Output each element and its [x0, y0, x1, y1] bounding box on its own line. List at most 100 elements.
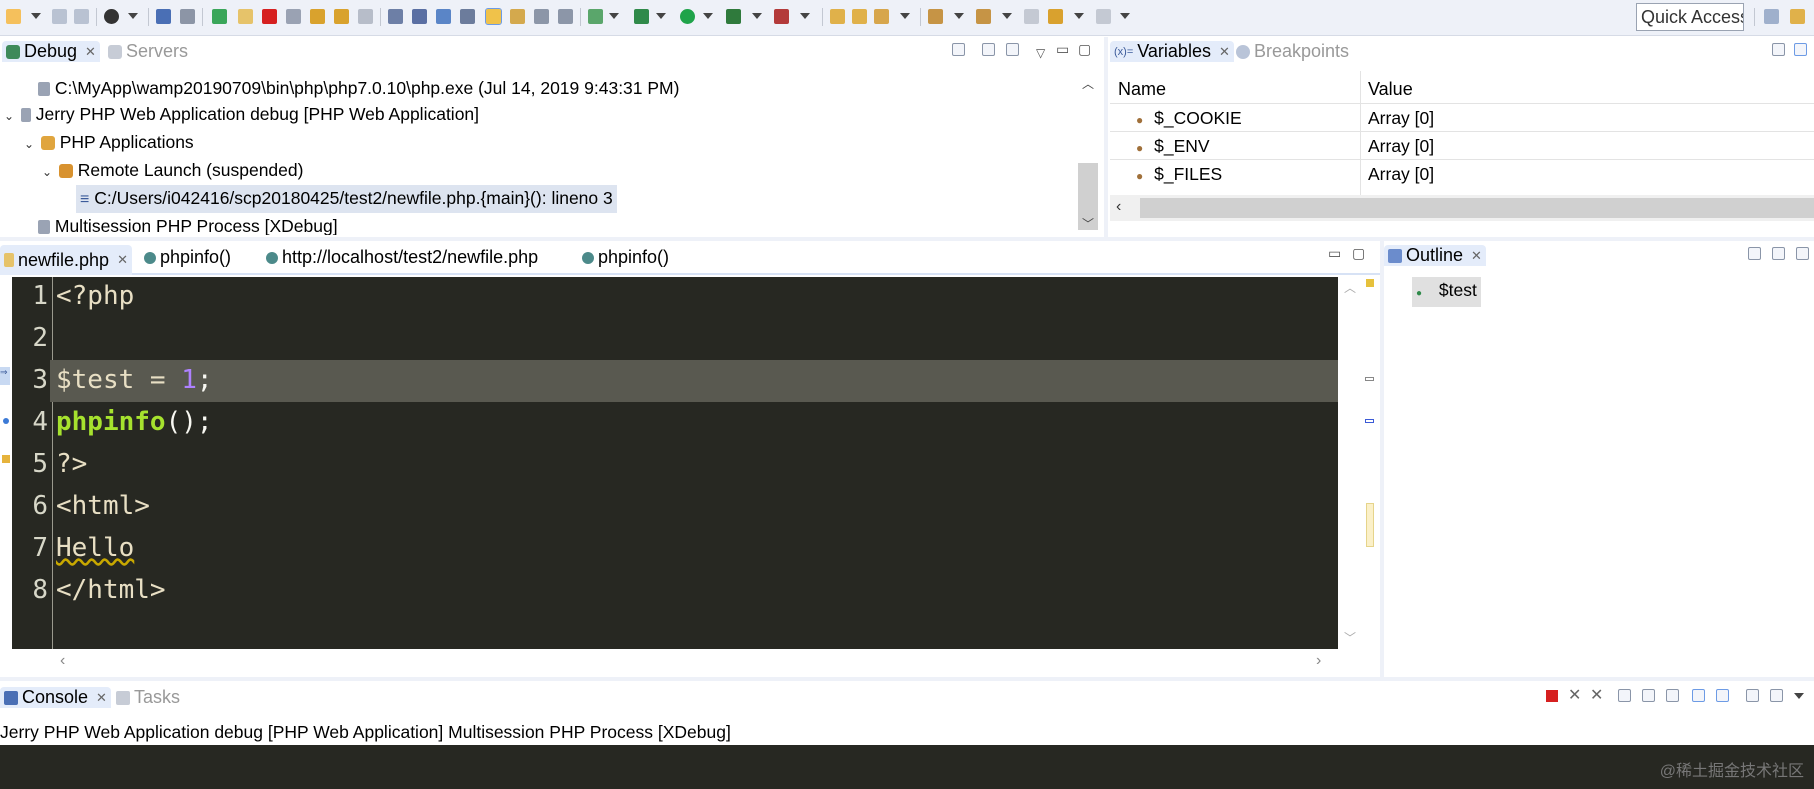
tree-item-multisession[interactable]: Multisession PHP Process [XDebug]	[38, 213, 338, 235]
tree-item-launch[interactable]: ⌄ Jerry PHP Web Application debug [PHP W…	[4, 101, 479, 129]
debug-run-dropdown-icon[interactable]	[609, 13, 619, 19]
link-with-editor-icon[interactable]	[1796, 247, 1809, 260]
chevron-up-icon[interactable]: ︿	[1344, 279, 1356, 296]
debug-target-dropdown-icon[interactable]	[128, 13, 138, 19]
save-all-icon[interactable]	[74, 9, 89, 24]
collapse-all-icon[interactable]	[1772, 247, 1785, 260]
close-icon[interactable]: ✕	[1219, 44, 1230, 60]
previous-annotation-dropdown-icon[interactable]	[1002, 13, 1012, 19]
new-icon[interactable]	[6, 9, 21, 24]
run-dropdown-icon[interactable]	[703, 13, 713, 19]
tree-item-stack-frame[interactable]: ≡ C:/Users/i042416/scp20180425/test2/new…	[76, 185, 617, 213]
scrollbar-thumb[interactable]	[1140, 198, 1814, 218]
display-console-icon[interactable]	[1770, 689, 1783, 702]
chevron-down-icon[interactable]: ﹀	[1082, 215, 1094, 232]
wand-dropdown-icon[interactable]	[900, 13, 910, 19]
scroll-lock-icon[interactable]	[1642, 689, 1655, 702]
close-icon[interactable]: ✕	[1471, 248, 1482, 264]
forward-dropdown-icon[interactable]	[1120, 13, 1130, 19]
back-icon[interactable]	[1048, 9, 1063, 24]
close-icon[interactable]: ✕	[117, 252, 128, 268]
external-tools-dropdown-icon[interactable]	[800, 13, 810, 19]
tab-phpinfo-2[interactable]: phpinfo()	[578, 247, 673, 268]
use-step-filters-icon[interactable]	[388, 9, 403, 24]
step-over-icon[interactable]	[334, 9, 349, 24]
resume-icon[interactable]	[212, 9, 227, 24]
last-edit-icon[interactable]	[1024, 9, 1039, 24]
mark-occurrences-icon[interactable]	[485, 8, 502, 25]
back-dropdown-icon[interactable]	[1074, 13, 1084, 19]
php-perspective-icon[interactable]	[1790, 9, 1805, 24]
maximize-icon[interactable]: ▢	[1352, 245, 1365, 262]
column-header-value[interactable]: Value	[1368, 79, 1413, 100]
editor-horizontal-scrollbar[interactable]: ‹ ›	[54, 652, 1338, 672]
remove-launches-icon[interactable]	[952, 43, 965, 56]
save-icon[interactable]	[52, 9, 67, 24]
minimize-icon[interactable]: ▭	[1056, 41, 1069, 58]
block-select-icon[interactable]	[534, 9, 549, 24]
open-project-icon[interactable]	[852, 9, 867, 24]
sort-icon[interactable]	[1748, 247, 1761, 260]
tab-variables[interactable]: (x)= Variables ✕	[1110, 41, 1234, 62]
minimize-icon[interactable]: ▭	[1328, 245, 1341, 262]
step-into-icon[interactable]	[310, 9, 325, 24]
clear-console-icon[interactable]	[1618, 689, 1631, 702]
tab-debug[interactable]: Debug ✕	[2, 41, 100, 62]
view-options-icon[interactable]	[1006, 43, 1019, 56]
new-dropdown-icon[interactable]	[31, 13, 41, 19]
chevron-left-icon[interactable]: ‹	[60, 652, 65, 670]
remove-all-icon[interactable]: ✕	[1590, 685, 1603, 705]
editor-vertical-scrollbar[interactable]: ︿ ﹀	[1338, 277, 1362, 649]
debug-target-icon[interactable]	[104, 9, 119, 24]
chevron-left-icon[interactable]: ‹	[1116, 198, 1121, 216]
suspend-icon[interactable]	[238, 9, 253, 24]
word-wrap-icon[interactable]	[1666, 689, 1679, 702]
terminal-icon[interactable]	[156, 9, 171, 24]
tab-phpinfo-1[interactable]: phpinfo()	[140, 247, 235, 268]
run-icon[interactable]	[680, 9, 695, 24]
column-header-name[interactable]: Name	[1118, 79, 1166, 100]
code-editor[interactable]	[12, 277, 1338, 649]
next-annotation-dropdown-icon[interactable]	[954, 13, 964, 19]
tab-localhost[interactable]: http://localhost/test2/newfile.php	[262, 247, 542, 268]
tab-newfile-php[interactable]: newfile.php ✕	[0, 245, 132, 275]
tab-tasks[interactable]: Tasks	[112, 687, 184, 708]
tree-item-php-exe[interactable]: C:\MyApp\wamp20190709\bin\php\php7.0.10\…	[38, 75, 679, 101]
terminate-icon[interactable]	[262, 9, 277, 24]
disconnect-icon[interactable]	[286, 9, 301, 24]
debug-vertical-scrollbar[interactable]: ︿ ﹀	[1076, 75, 1100, 235]
chevron-up-icon[interactable]: ︿	[1082, 75, 1094, 92]
wand-icon[interactable]	[874, 9, 889, 24]
open-folder-icon[interactable]	[830, 9, 845, 24]
show-logical-structure-icon[interactable]	[1794, 43, 1807, 56]
tab-servers[interactable]: Servers	[104, 41, 192, 62]
annotation-ruler[interactable]: ⇒	[0, 277, 12, 649]
chevron-down-icon[interactable]: ﹀	[1344, 629, 1356, 646]
outline-item[interactable]: ● $test	[1412, 277, 1481, 307]
remove-launch-icon[interactable]: ✕	[1568, 685, 1581, 705]
debug-run-icon[interactable]	[588, 9, 603, 24]
chevron-down-icon[interactable]: ⌄	[42, 159, 54, 185]
tab-outline[interactable]: Outline ✕	[1384, 245, 1486, 266]
coverage-dropdown-icon[interactable]	[752, 13, 762, 19]
variable-row[interactable]: ● $_FILES	[1136, 161, 1222, 189]
show-whitespace-icon[interactable]	[558, 9, 573, 24]
open-type-icon[interactable]	[412, 9, 427, 24]
debug-icon[interactable]	[634, 9, 649, 24]
open-perspective-icon[interactable]	[460, 9, 475, 24]
variables-horizontal-scrollbar[interactable]: ‹	[1110, 195, 1814, 221]
annotation-icon[interactable]	[510, 9, 525, 24]
chevron-right-icon[interactable]: ›	[1316, 652, 1321, 670]
open-task-icon[interactable]	[436, 9, 451, 24]
chevron-down-icon[interactable]: ⌄	[24, 131, 36, 157]
tab-console[interactable]: Console ✕	[0, 687, 111, 708]
quick-access-input[interactable]: Quick Access	[1636, 3, 1744, 31]
pin-console-icon[interactable]	[1746, 689, 1759, 702]
close-icon[interactable]: ✕	[96, 690, 107, 706]
chevron-down-icon[interactable]: ⌄	[4, 103, 16, 129]
tab-breakpoints[interactable]: Breakpoints	[1232, 41, 1353, 62]
breakpoint-icon[interactable]	[3, 418, 9, 424]
variable-row[interactable]: ● $_COOKIE	[1136, 105, 1242, 133]
debug-dropdown-icon[interactable]	[656, 13, 666, 19]
console-output[interactable]: @稀土掘金技术社区	[0, 745, 1814, 789]
